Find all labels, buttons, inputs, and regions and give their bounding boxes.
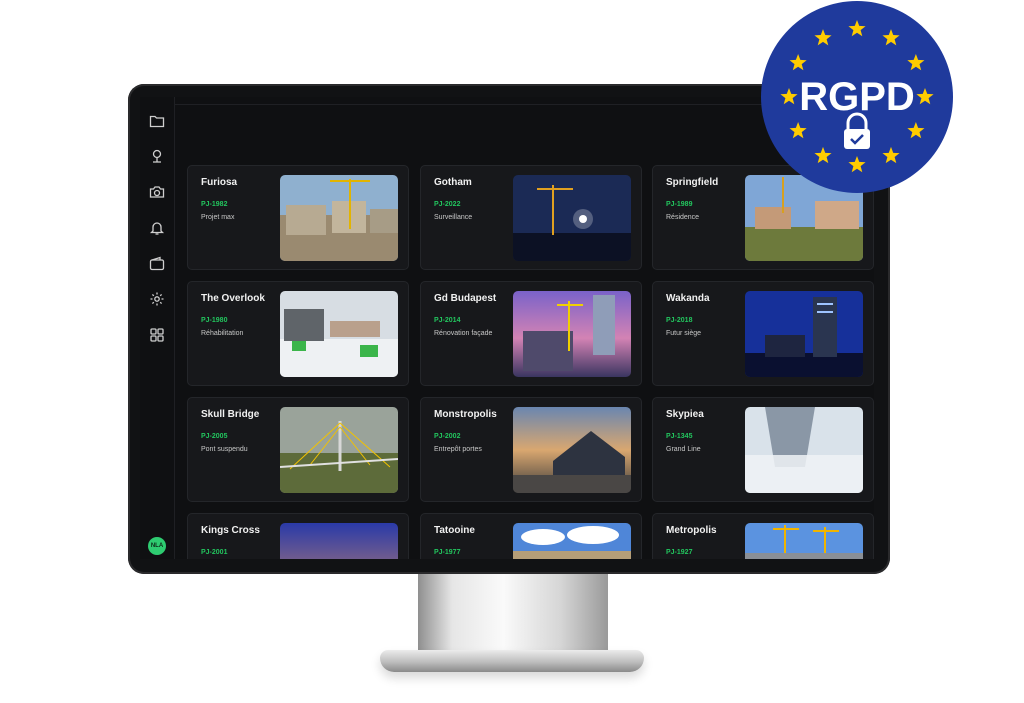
- camera-icon[interactable]: [148, 183, 166, 201]
- project-code: PJ-1989: [666, 201, 693, 208]
- project-description: Réhabilitation: [201, 330, 244, 337]
- wallet-icon[interactable]: [148, 255, 166, 273]
- project-card[interactable]: The Overlook PJ-1980 Réhabilitation: [187, 281, 409, 386]
- project-description: Rénovation façade: [434, 330, 493, 337]
- project-name: Skull Bridge: [201, 409, 260, 420]
- project-code: PJ-1927: [666, 549, 693, 556]
- project-code: PJ-1345: [666, 433, 693, 440]
- project-name: Wakanda: [666, 293, 710, 304]
- project-thumbnail: [280, 407, 398, 493]
- rgpd-label: RGPD: [799, 75, 915, 119]
- project-description: Résidence: [666, 214, 700, 221]
- project-card[interactable]: Wakanda PJ-2018 Futur siège: [652, 281, 874, 386]
- project-card[interactable]: Furiosa PJ-1982 Projet max: [187, 165, 409, 270]
- project-card[interactable]: Skull Bridge PJ-2005 Pont suspendu: [187, 397, 409, 502]
- project-code: PJ-1977: [434, 549, 461, 556]
- project-description: Entrepôt portes: [434, 446, 482, 453]
- project-thumbnail: [745, 523, 863, 559]
- project-thumbnail: [745, 291, 863, 377]
- grid-icon[interactable]: [148, 326, 166, 344]
- project-card[interactable]: Gd Budapest PJ-2014 Rénovation façade: [420, 281, 642, 386]
- project-name: Kings Cross: [201, 525, 260, 536]
- project-name: Monstropolis: [434, 409, 497, 420]
- project-code: PJ-2002: [434, 433, 461, 440]
- project-code: PJ-2022: [434, 201, 461, 208]
- project-description: Surveillance: [434, 214, 473, 221]
- rgpd-badge: RGPD: [760, 0, 954, 194]
- project-description: Futur siège: [666, 330, 702, 337]
- project-thumbnail: [280, 291, 398, 377]
- avatar[interactable]: NLA: [148, 537, 166, 555]
- project-description: Projet max: [201, 214, 235, 221]
- project-name: Gotham: [434, 177, 472, 188]
- project-name: Gd Budapest: [434, 293, 497, 304]
- project-code: PJ-2001: [201, 549, 228, 556]
- project-card[interactable]: Kings Cross PJ-2001: [187, 513, 409, 559]
- project-thumbnail: [513, 291, 631, 377]
- project-thumbnail: [280, 523, 398, 559]
- project-thumbnail: [280, 175, 398, 261]
- project-card[interactable]: Metropolis PJ-1927: [652, 513, 874, 559]
- bell-icon[interactable]: [148, 219, 166, 237]
- project-card[interactable]: Skypiea PJ-1345 Grand Line: [652, 397, 874, 502]
- monitor-base: [380, 650, 644, 672]
- project-card[interactable]: Gotham PJ-2022 Surveillance: [420, 165, 642, 270]
- project-thumbnail: [513, 407, 631, 493]
- project-card[interactable]: Tatooine PJ-1977: [420, 513, 642, 559]
- project-code: PJ-1982: [201, 201, 228, 208]
- project-description: Grand Line: [666, 446, 701, 453]
- project-thumbnail: [513, 175, 631, 261]
- project-name: Springfield: [666, 177, 719, 188]
- project-code: PJ-2014: [434, 317, 461, 324]
- project-code: PJ-1980: [201, 317, 228, 324]
- project-card[interactable]: Monstropolis PJ-2002 Entrepôt portes: [420, 397, 642, 502]
- project-name: Metropolis: [666, 525, 717, 536]
- project-description: Pont suspendu: [201, 446, 248, 453]
- project-code: PJ-2018: [666, 317, 693, 324]
- folder-icon[interactable]: [148, 112, 166, 130]
- sidebar: NLA: [140, 97, 175, 559]
- project-name: Furiosa: [201, 177, 238, 188]
- project-code: PJ-2005: [201, 433, 228, 440]
- gear-icon[interactable]: [148, 290, 166, 308]
- project-thumbnail: [745, 407, 863, 493]
- map-pin-icon[interactable]: [148, 147, 166, 165]
- project-name: The Overlook: [201, 293, 265, 304]
- project-thumbnail: [513, 523, 631, 559]
- project-name: Skypiea: [666, 409, 704, 420]
- project-name: Tatooine: [434, 525, 475, 536]
